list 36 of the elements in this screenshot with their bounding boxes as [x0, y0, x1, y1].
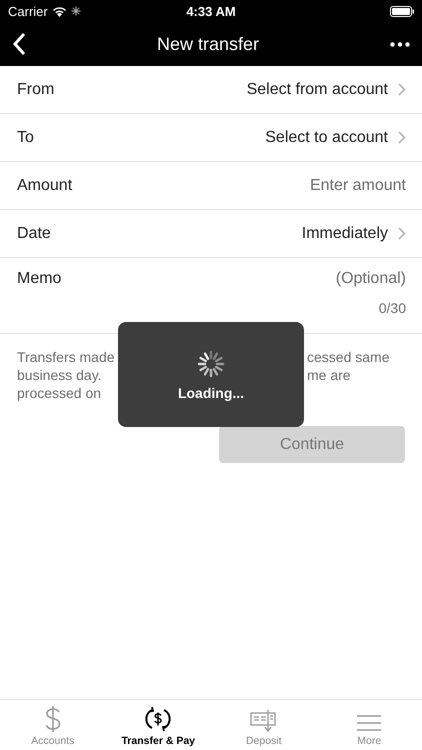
- field-label: Amount: [17, 176, 72, 194]
- tab-bar-item[interactable]: Transfer & Pay: [106, 700, 211, 750]
- field-label: To: [17, 128, 34, 146]
- input-field[interactable]: (Optional): [336, 270, 406, 288]
- notice-text: Transfers made: [17, 349, 116, 365]
- tab-bar-item[interactable]: More: [316, 700, 422, 750]
- chevron-right-icon: [398, 227, 406, 240]
- field-label: From: [17, 80, 54, 98]
- circular-dollar-arrows-icon: [144, 705, 172, 733]
- field-label: Memo: [17, 270, 62, 288]
- status-time: 4:33 AM: [185, 4, 237, 18]
- chevron-right-icon: [398, 83, 406, 96]
- tab-bar-item[interactable]: Accounts: [0, 700, 106, 750]
- menu-icon: [356, 713, 382, 733]
- back-icon[interactable]: [12, 32, 26, 56]
- picker-value[interactable]: Select to account: [265, 128, 388, 146]
- notice-text: processed on: [17, 385, 102, 401]
- character-counter: 0/30: [378, 300, 406, 316]
- spinner-icon: [196, 348, 226, 378]
- picker-value[interactable]: Select from account: [246, 80, 388, 98]
- loading-text: Loading...: [178, 384, 244, 400]
- input-field[interactable]: Enter amount: [310, 176, 406, 194]
- carrier-name: Carrier: [8, 4, 48, 18]
- tab-bar-item[interactable]: Deposit: [211, 700, 316, 750]
- notice-text: business day.: [17, 367, 103, 383]
- notice-text: cessed same: [307, 349, 390, 365]
- chevron-right-icon: [398, 131, 406, 144]
- activity-icon: [70, 6, 81, 16]
- field-label: Date: [17, 224, 51, 242]
- screen-title: New transfer: [156, 34, 260, 54]
- wifi-icon: [52, 6, 67, 16]
- battery-icon: [390, 6, 414, 16]
- more-icon[interactable]: [390, 42, 410, 46]
- check-deposit-icon: [250, 709, 278, 733]
- picker-value[interactable]: Immediately: [302, 224, 388, 242]
- notice-text: me are: [307, 367, 352, 383]
